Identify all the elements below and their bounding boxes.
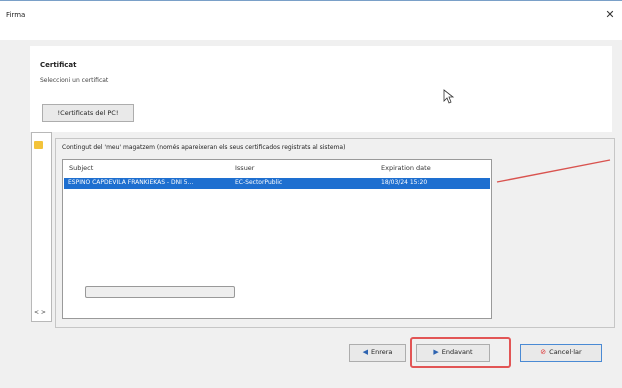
folder-icon <box>34 141 43 149</box>
close-icon[interactable]: ✕ <box>603 8 617 22</box>
scroll-arrows[interactable]: < > <box>34 309 46 316</box>
title-bar: Firma ✕ <box>0 0 622 40</box>
column-header-expiration[interactable]: Expiration date <box>381 164 431 172</box>
column-header-subject[interactable]: Subject <box>69 164 93 172</box>
cancel-button[interactable]: ⊘ Cancel·lar <box>520 344 602 362</box>
cancel-button-label: Cancel·lar <box>549 348 582 356</box>
highlight-box <box>410 337 511 368</box>
horizontal-scrollbar[interactable] <box>85 286 235 298</box>
column-header-issuer[interactable]: Issuer <box>235 164 254 172</box>
previous-button[interactable]: ◀ Enrera <box>349 344 406 362</box>
cancel-icon: ⊘ <box>540 348 547 356</box>
certificate-store-panel: Contingut del 'meu' magatzem (només apar… <box>55 138 615 328</box>
cell-subject: ESPINO CAPDEVILA FRANKIEKAS - DNI 5... <box>68 179 194 186</box>
window-title: Firma <box>6 11 26 19</box>
pc-certificates-button[interactable]: !Certificats del PC! <box>42 104 134 122</box>
table-row[interactable]: ESPINO CAPDEVILA FRANKIEKAS - DNI 5... E… <box>64 178 490 189</box>
arrow-left-icon: ◀ <box>362 348 368 356</box>
cell-issuer: EC-SectorPublic <box>235 179 283 186</box>
store-tree-pane[interactable]: < > <box>31 132 52 322</box>
cell-expiration: 18/03/24 15:20 <box>381 179 428 186</box>
certificate-list[interactable]: Subject Issuer Expiration date ESPINO CA… <box>62 159 492 319</box>
certificate-header: Certificat Seleccioni un certificat !Cer… <box>30 46 612 132</box>
previous-button-label: Enrera <box>370 348 393 356</box>
section-subtitle: Seleccioni un certificat <box>40 77 109 84</box>
section-title: Certificat <box>40 61 77 69</box>
store-label: Contingut del 'meu' magatzem (només apar… <box>62 144 346 151</box>
mouse-cursor-icon <box>443 89 455 104</box>
